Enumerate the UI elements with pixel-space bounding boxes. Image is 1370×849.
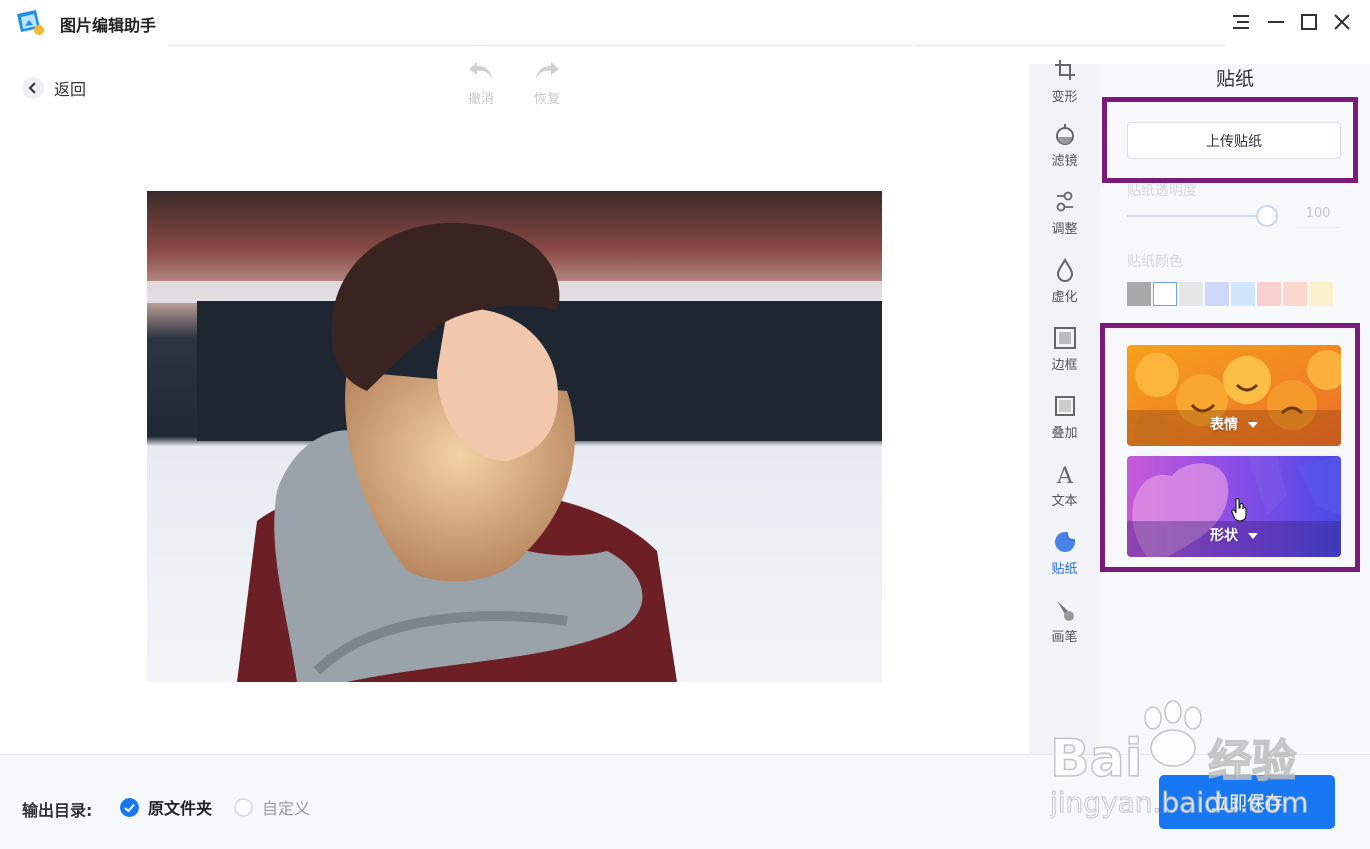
redo-label: 恢复: [533, 92, 560, 107]
tool-label: 虚化: [1051, 290, 1078, 305]
maximize-icon: [1301, 14, 1317, 30]
divider: [916, 45, 1226, 46]
back-label: 返回: [54, 80, 87, 99]
overlay-icon: [1054, 396, 1075, 416]
color-swatch[interactable]: [1231, 282, 1255, 306]
tool-label: 叠加: [1051, 426, 1078, 441]
output-dir-label: 输出目录:: [22, 801, 93, 820]
adjust-icon: [1056, 191, 1073, 212]
tool-adjust[interactable]: 调整: [1029, 190, 1100, 237]
redo-button[interactable]: 恢复: [527, 60, 567, 107]
title-bar: 图片编辑助手: [0, 0, 1370, 46]
filter-icon: [1055, 124, 1074, 145]
divider: [168, 45, 478, 46]
close-button[interactable]: [1330, 10, 1354, 34]
text-icon: A: [1056, 464, 1074, 486]
radio-custom-folder[interactable]: 自定义: [234, 795, 310, 819]
highlight-categories-box: [1100, 323, 1360, 572]
color-swatch-selected[interactable]: [1153, 282, 1177, 306]
tool-rail: 变形 滤镜 调整 虚化 边框 叠加 A 文本 贴纸 画笔: [1029, 60, 1100, 754]
tool-label: 边框: [1051, 358, 1078, 373]
blur-icon: [1056, 258, 1073, 282]
undo-button[interactable]: 撤消: [461, 60, 501, 107]
check-circle-icon: [120, 797, 139, 817]
menu-icon: [1233, 15, 1249, 29]
app-logo-icon: [17, 10, 44, 35]
opacity-slider-track[interactable]: [1127, 215, 1267, 217]
chevron-left-icon: [22, 77, 44, 99]
portrait-photo: [147, 191, 882, 682]
opacity-label: 贴纸透明度: [1127, 183, 1197, 199]
svg-text:A: A: [1056, 464, 1074, 486]
color-swatches: [1127, 282, 1333, 306]
minimize-icon: [1268, 21, 1284, 23]
radio-label: 原文件夹: [148, 799, 213, 818]
highlight-upload-box: [1102, 97, 1358, 183]
color-swatch[interactable]: [1309, 282, 1333, 306]
panel-title: 贴纸: [1215, 68, 1254, 90]
radio-original-folder[interactable]: 原文件夹: [120, 795, 212, 819]
tool-brush[interactable]: 画笔: [1029, 598, 1100, 645]
maximize-button[interactable]: [1297, 10, 1321, 34]
radio-label: 自定义: [262, 799, 311, 818]
color-swatch[interactable]: [1179, 282, 1203, 306]
minimize-button[interactable]: [1264, 10, 1288, 34]
tool-label: 滤镜: [1051, 154, 1078, 169]
tool-border[interactable]: 边框: [1029, 326, 1100, 373]
tool-crop[interactable]: 变形: [1029, 58, 1100, 105]
color-swatch[interactable]: [1127, 282, 1151, 306]
tool-filter[interactable]: 滤镜: [1029, 122, 1100, 169]
tool-label: 变形: [1051, 90, 1078, 105]
save-now-button[interactable]: 立即保存: [1159, 775, 1335, 829]
tool-overlay[interactable]: 叠加: [1029, 394, 1100, 441]
color-label: 贴纸颜色: [1127, 254, 1183, 270]
menu-button[interactable]: [1229, 10, 1253, 34]
tool-label: 贴纸: [1051, 562, 1078, 577]
border-icon: [1053, 327, 1076, 349]
color-swatch[interactable]: [1283, 282, 1307, 306]
color-swatch[interactable]: [1257, 282, 1281, 306]
canvas-photo[interactable]: [147, 191, 882, 682]
sticker-icon: [1054, 531, 1075, 552]
redo-icon: [536, 62, 559, 79]
app-title: 图片编辑助手: [60, 16, 157, 35]
tool-blur[interactable]: 虚化: [1029, 258, 1100, 305]
close-icon: [1334, 14, 1350, 30]
tool-label: 画笔: [1051, 630, 1078, 645]
tool-sticker[interactable]: 贴纸: [1029, 530, 1100, 577]
opacity-slider-handle[interactable]: [1256, 205, 1278, 227]
radio-empty-icon: [234, 797, 253, 817]
back-button[interactable]: 返回: [22, 76, 86, 100]
crop-icon: [1054, 60, 1075, 80]
brush-icon: [1056, 601, 1074, 621]
tool-text[interactable]: A 文本: [1029, 462, 1100, 509]
undo-label: 撤消: [467, 92, 494, 107]
tool-label: 调整: [1051, 222, 1078, 237]
undo-icon: [469, 62, 492, 79]
divider: [482, 45, 912, 46]
tool-label: 文本: [1051, 494, 1078, 509]
opacity-value[interactable]: 100: [1296, 206, 1340, 228]
color-swatch[interactable]: [1205, 282, 1229, 306]
